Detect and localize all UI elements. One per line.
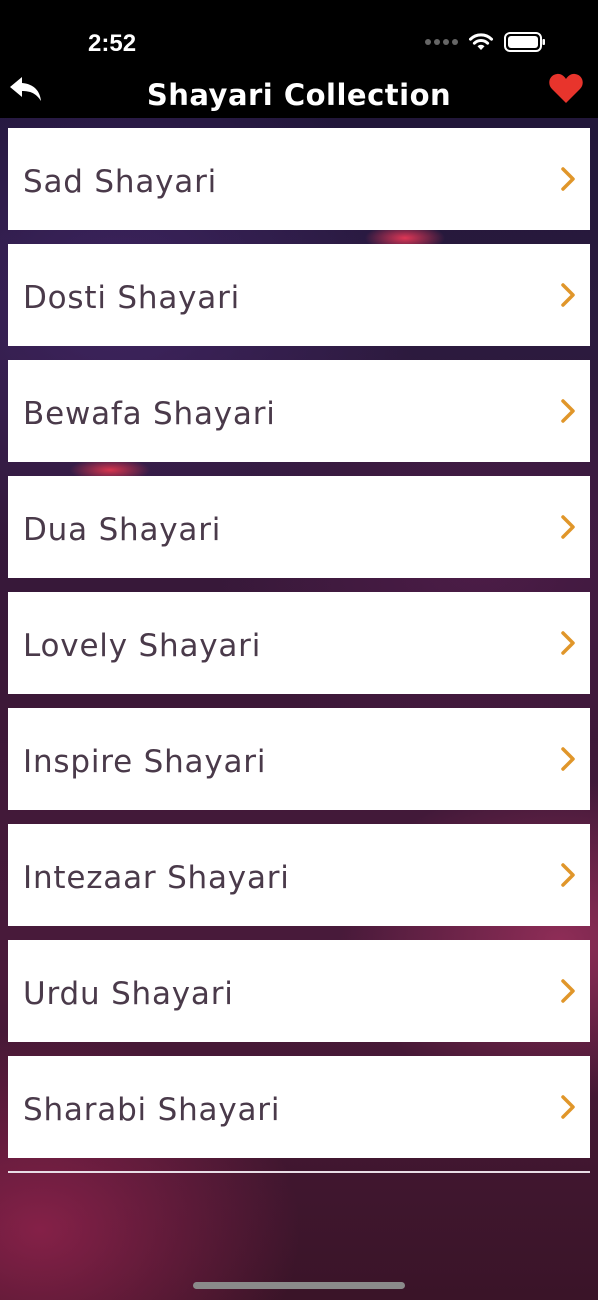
chevron-right-icon: [561, 979, 575, 1003]
favorites-button[interactable]: [548, 72, 584, 106]
category-list: Sad Shayari Dosti Shayari Bewafa Shayari…: [8, 128, 590, 1172]
category-label: Bewafa Shayari: [23, 396, 276, 432]
status-icons: [425, 32, 546, 52]
status-time: 2:52: [88, 30, 137, 57]
list-divider: [8, 1171, 590, 1173]
wifi-icon: [469, 33, 493, 50]
chevron-right-icon: [561, 631, 575, 655]
category-item-intezaar[interactable]: Intezaar Shayari: [8, 824, 590, 926]
category-label: Sharabi Shayari: [23, 1092, 281, 1128]
category-label: Sad Shayari: [23, 164, 218, 200]
chevron-right-icon: [561, 399, 575, 423]
category-item-dosti[interactable]: Dosti Shayari: [8, 244, 590, 346]
status-bar: 2:52: [0, 0, 598, 70]
chevron-right-icon: [561, 167, 575, 191]
category-item-sharabi[interactable]: Sharabi Shayari: [8, 1056, 590, 1158]
chevron-right-icon: [561, 863, 575, 887]
category-label: Lovely Shayari: [23, 628, 262, 664]
chevron-right-icon: [561, 1095, 575, 1119]
page-title: Shayari Collection: [146, 78, 452, 112]
category-label: Urdu Shayari: [23, 976, 234, 1012]
category-label: Inspire Shayari: [23, 744, 267, 780]
category-item-lovely[interactable]: Lovely Shayari: [8, 592, 590, 694]
home-indicator[interactable]: [193, 1282, 405, 1289]
chevron-right-icon: [561, 283, 575, 307]
category-item-dua[interactable]: Dua Shayari: [8, 476, 590, 578]
chevron-right-icon: [561, 747, 575, 771]
heart-icon: [549, 73, 583, 103]
navigation-bar: Shayari Collection: [0, 70, 598, 118]
category-item-inspire[interactable]: Inspire Shayari: [8, 708, 590, 810]
category-label: Intezaar Shayari: [23, 860, 290, 896]
battery-icon: [504, 32, 545, 52]
category-label: Dua Shayari: [23, 512, 222, 548]
category-item-bewafa[interactable]: Bewafa Shayari: [8, 360, 590, 462]
category-item-urdu[interactable]: Urdu Shayari: [8, 940, 590, 1042]
category-label: Dosti Shayari: [23, 280, 241, 316]
cellular-dots-icon: [425, 39, 458, 45]
chevron-right-icon: [561, 515, 575, 539]
category-item-sad[interactable]: Sad Shayari: [8, 128, 590, 230]
